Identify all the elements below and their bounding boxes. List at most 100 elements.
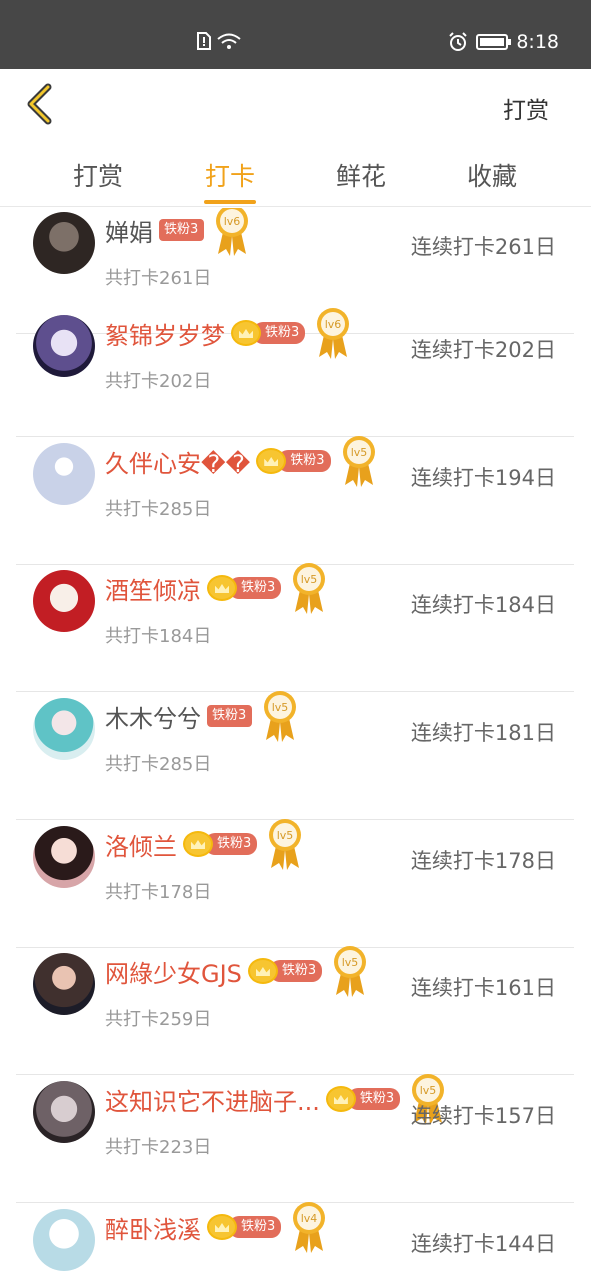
total-checkins: 共打卡178日 [105, 882, 212, 903]
level-medal-icon: lv6 [214, 208, 250, 256]
level-medal-icon: lv5 [332, 945, 368, 997]
name-line: 木木兮兮 铁粉3 lv5 [105, 691, 298, 742]
crown-icon [256, 448, 287, 474]
crown-icon [325, 1086, 356, 1112]
total-checkins: 共打卡184日 [105, 626, 212, 647]
back-chevron-icon[interactable] [22, 83, 58, 125]
checkin-list: 婵娟 铁粉3 lv6 共打卡261日 连续打卡261日 絮锦岁岁梦 铁粉3 lv6 共打卡202… [0, 208, 591, 1280]
status-bar: 8:18 [0, 0, 591, 69]
total-checkins: 共打卡285日 [105, 499, 212, 520]
level-medal-icon: lv4 [291, 1201, 327, 1253]
name-line: 婵娟 铁粉3 lv6 [105, 208, 250, 256]
fan-badge: 铁粉3 [256, 448, 331, 474]
avatar[interactable] [33, 570, 95, 632]
total-checkins: 共打卡261日 [105, 268, 212, 289]
fan-badge: 铁粉3 [207, 1214, 282, 1240]
username[interactable]: 酒笙倾凉 [105, 571, 201, 606]
fan-badge: 铁粉3 [247, 958, 323, 984]
level-medal-icon: lv5 [341, 435, 377, 487]
avatar[interactable] [33, 698, 95, 760]
svg-text:lv5: lv5 [420, 1084, 437, 1097]
svg-text:lv5: lv5 [272, 701, 289, 714]
list-item[interactable]: 酒笙倾凉 铁粉3 lv5 共打卡184日 连续打卡184日 [16, 563, 574, 692]
tab-flowers[interactable]: 鲜花 [321, 157, 401, 193]
streak-days: 连续打卡157日 [410, 1104, 556, 1128]
username[interactable]: 网綠少女GJS [105, 954, 242, 989]
active-tab-indicator [204, 200, 256, 204]
username[interactable]: 洛倾兰 [105, 827, 177, 862]
fan-level-label: 铁粉3 [207, 705, 253, 727]
avatar[interactable] [33, 953, 95, 1015]
streak-days: 连续打卡184日 [410, 593, 556, 617]
wifi-icon [217, 33, 241, 49]
crown-icon [207, 575, 237, 601]
avatar[interactable] [33, 212, 95, 274]
avatar[interactable] [33, 315, 95, 377]
tab-favorites[interactable]: 收藏 [452, 157, 532, 193]
fan-badge: 铁粉3 [159, 218, 205, 242]
name-line: 絮锦岁岁梦 铁粉3 lv6 [105, 308, 351, 359]
svg-text:lv5: lv5 [277, 829, 294, 842]
status-center-icons [196, 32, 242, 50]
streak-days: 连续打卡202日 [410, 338, 556, 362]
reward-button[interactable]: 打赏 [503, 91, 549, 125]
streak-days: 连续打卡144日 [410, 1232, 556, 1256]
avatar[interactable] [33, 443, 95, 505]
list-item[interactable]: 洛倾兰 铁粉3 lv5 共打卡178日 连续打卡178日 [16, 818, 574, 948]
total-checkins: 共打卡285日 [105, 754, 212, 775]
fan-level-label: 铁粉3 [159, 219, 205, 241]
total-checkins: 共打卡202日 [105, 371, 212, 392]
fan-badge: 铁粉3 [183, 831, 258, 857]
avatar[interactable] [33, 1081, 95, 1143]
username[interactable]: 久伴心安�� [105, 444, 250, 479]
streak-days: 连续打卡181日 [410, 721, 556, 745]
tab-bar: 打赏 打卡 鲜花 收藏 [0, 139, 591, 207]
fan-badge: 铁粉3 [207, 704, 253, 728]
name-line: 醉卧浅溪 铁粉3 lv4 [105, 1202, 327, 1253]
alarm-icon [449, 32, 468, 51]
name-line: 网綠少女GJS 铁粉3 lv5 [105, 946, 368, 997]
name-line: 酒笙倾凉 铁粉3 lv5 [105, 563, 327, 614]
streak-days: 连续打卡194日 [410, 466, 556, 490]
username[interactable]: 木木兮兮 [105, 699, 201, 734]
list-item[interactable]: 网綠少女GJS 铁粉3 lv5 共打卡259日 连续打卡161日 [16, 946, 574, 1075]
list-item[interactable]: 醉卧浅溪 铁粉3 lv4 连续打卡144日 [16, 1202, 574, 1280]
username[interactable]: 婵娟 [105, 213, 153, 248]
streak-days: 连续打卡178日 [410, 849, 556, 873]
svg-text:lv5: lv5 [342, 956, 359, 969]
list-item[interactable]: 絮锦岁岁梦 铁粉3 lv6 共打卡202日 连续打卡202日 [16, 308, 574, 437]
fan-badge: 铁粉3 [325, 1086, 401, 1112]
fan-badge: 铁粉3 [231, 320, 306, 346]
tab-reward[interactable]: 打赏 [58, 157, 138, 193]
tab-checkin[interactable]: 打卡 [190, 157, 270, 193]
streak-days: 连续打卡261日 [410, 235, 556, 259]
name-line: 久伴心安�� 铁粉3 lv5 [105, 436, 377, 487]
level-medal-icon: lv5 [291, 562, 327, 614]
avatar[interactable] [33, 826, 95, 888]
level-medal-icon: lv5 [267, 818, 303, 870]
total-checkins: 共打卡259日 [105, 1009, 212, 1030]
svg-text:lv5: lv5 [350, 446, 367, 459]
fan-level-label: 铁粉3 [278, 450, 331, 472]
crown-icon [207, 1214, 237, 1240]
username[interactable]: 醉卧浅溪 [105, 1210, 201, 1245]
level-medal-icon: lv5 [262, 690, 298, 742]
username[interactable]: 絮锦岁岁梦 [105, 316, 225, 351]
status-time: 8:18 [516, 31, 559, 53]
list-item[interactable]: 这知识它不进脑子... 铁粉3 lv5 共打卡223日 连续打卡157日 [16, 1074, 574, 1203]
crown-icon [183, 831, 213, 857]
avatar[interactable] [33, 1209, 95, 1271]
svg-text:lv4: lv4 [301, 1212, 318, 1225]
level-medal-icon: lv6 [315, 307, 351, 359]
fan-badge: 铁粉3 [207, 575, 282, 601]
list-item[interactable]: 木木兮兮 铁粉3 lv5 共打卡285日 连续打卡181日 [16, 691, 574, 820]
alert-icon [197, 32, 211, 50]
header: 打赏 [0, 69, 591, 139]
total-checkins: 共打卡223日 [105, 1137, 212, 1158]
svg-text:lv6: lv6 [325, 318, 342, 331]
username[interactable]: 这知识它不进脑子... [105, 1082, 320, 1117]
svg-text:lv6: lv6 [224, 215, 241, 228]
list-item[interactable]: 久伴心安�� 铁粉3 lv5 共打卡285日 连续打卡194日 [16, 436, 574, 565]
streak-days: 连续打卡161日 [410, 976, 556, 1000]
svg-text:lv5: lv5 [301, 573, 318, 586]
